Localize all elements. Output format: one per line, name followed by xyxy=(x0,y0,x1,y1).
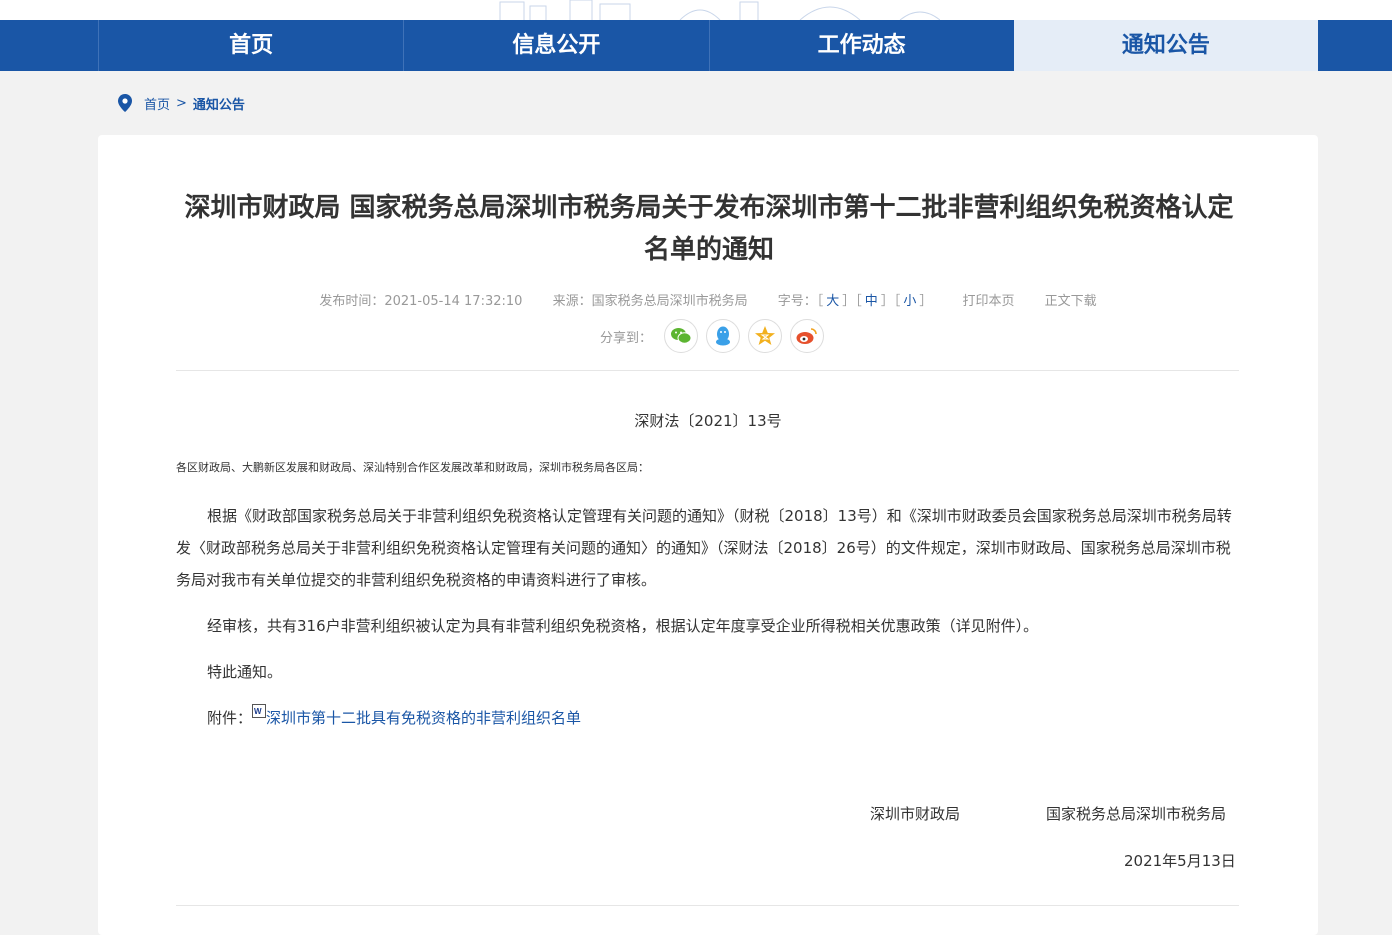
breadcrumb-home-link[interactable]: 首页 xyxy=(144,94,170,113)
share-bar: 分享到： xyxy=(600,319,832,353)
main-nav: 首页 信息公开 工作动态 通知公告 xyxy=(0,20,1392,71)
qzone-icon[interactable] xyxy=(748,319,783,353)
signer-tax-bureau: 国家税务总局深圳市税务局 xyxy=(1046,805,1227,823)
paragraph-1: 根据《财政部国家税务总局关于非营利组织免税资格认定管理有关问题的通知》（财税〔2… xyxy=(176,507,1232,589)
article-body: 根据《财政部国家税务总局关于非营利组织免税资格认定管理有关问题的通知》（财税〔2… xyxy=(176,500,1239,734)
qq-icon[interactable] xyxy=(706,319,741,353)
article-title: 深圳市财政局 国家税务总局深圳市税务局关于发布深圳市第十二批非营利组织免税资格认… xyxy=(184,193,1234,265)
source: 来源：国家税务总局深圳市税务局 xyxy=(552,294,748,309)
paragraph-2: 经审核，共有316户非营利组织被认定为具有非营利组织免税资格，根据认定年度享受企… xyxy=(207,617,1039,635)
signer-finance-bureau: 深圳市财政局 xyxy=(870,805,961,823)
download-button[interactable]: 正文下载 xyxy=(1045,294,1097,309)
attachment-link[interactable]: 深圳市第十二批具有免税资格的非营利组织名单 xyxy=(266,709,581,727)
nav-item-info-disclosure[interactable]: 信息公开 xyxy=(403,20,708,71)
weibo-icon[interactable] xyxy=(790,319,825,353)
skyline-decoration xyxy=(499,0,940,20)
attachment-label: 附件： xyxy=(207,709,253,727)
paragraph-3: 特此通知。 xyxy=(207,663,283,681)
font-size-medium-button[interactable]: 中 xyxy=(865,294,878,309)
font-size-small-button[interactable]: 小 xyxy=(903,294,916,309)
attachment: 附件： W 深圳市第十二批具有免税资格的非营利组织名单 xyxy=(176,702,1239,734)
location-pin-icon xyxy=(118,94,132,112)
addressee: 各区财政局、大鹏新区发展和财政局、深汕特别合作区发展改革和财政局，深圳市税务局各… xyxy=(176,461,649,474)
svg-text:W: W xyxy=(254,707,262,716)
share-label: 分享到： xyxy=(600,330,653,346)
document-number: 深财法〔2021〕13号 xyxy=(634,412,782,430)
nav-item-home[interactable]: 首页 xyxy=(98,20,403,71)
print-button[interactable]: 打印本页 xyxy=(963,294,1015,309)
nav-item-notices[interactable]: 通知公告 xyxy=(1013,20,1318,71)
breadcrumb-separator: > xyxy=(176,95,187,111)
article-card: 深圳市财政局 国家税务总局深圳市税务局关于发布深圳市第十二批非营利组织免税资格认… xyxy=(98,135,1318,935)
document-date: 2021年5月13日 xyxy=(1124,852,1236,870)
meta-divider xyxy=(176,370,1239,371)
font-size-control: 字号：［ 大 ］［ 中 ］［ 小 ］ xyxy=(777,294,933,309)
bottom-divider xyxy=(176,905,1239,906)
article-meta: 发布时间：2021-05-14 17:32:10 来源：国家税务总局深圳市税务局… xyxy=(98,290,1318,309)
font-size-large-button[interactable]: 大 xyxy=(826,294,839,309)
wechat-icon[interactable] xyxy=(664,319,699,353)
top-decoration xyxy=(0,0,1392,20)
breadcrumb-current-link[interactable]: 通知公告 xyxy=(193,94,245,113)
breadcrumb: 首页 > 通知公告 xyxy=(118,93,245,113)
nav-item-work-news[interactable]: 工作动态 xyxy=(708,20,1014,71)
publish-time: 发布时间：2021-05-14 17:32:10 xyxy=(319,294,523,309)
word-doc-icon: W xyxy=(252,704,267,718)
